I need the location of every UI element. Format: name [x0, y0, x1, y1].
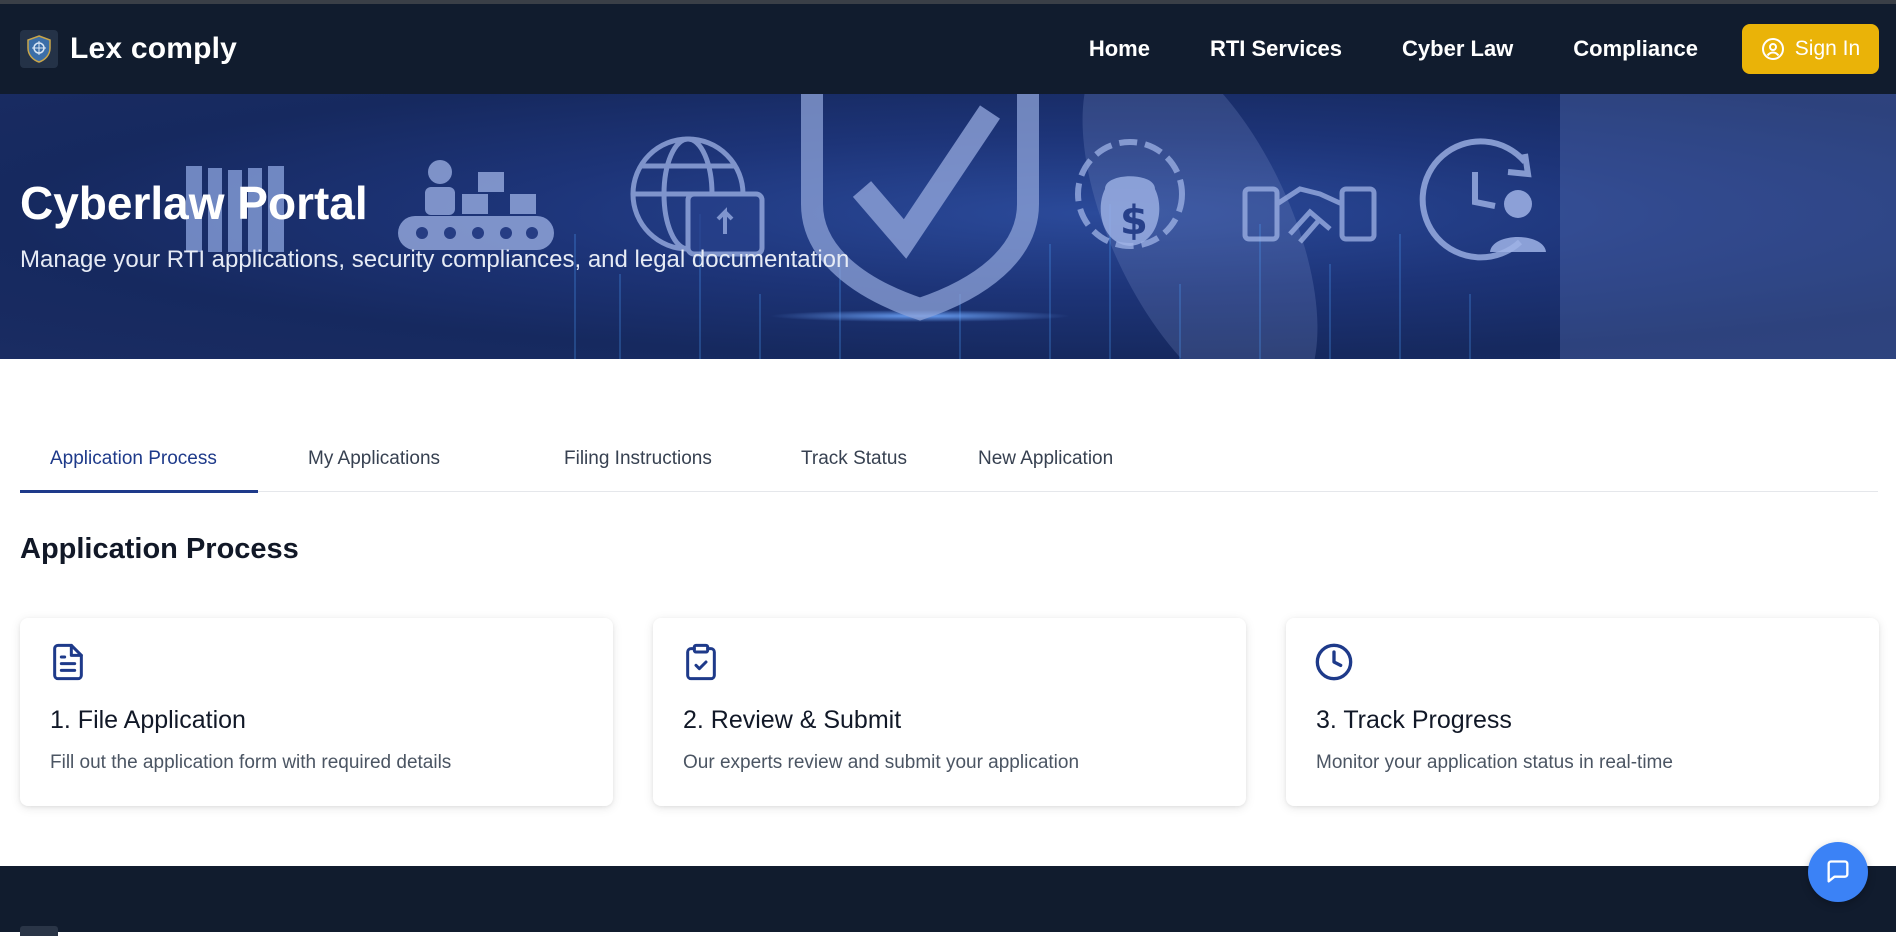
- hero-subtitle: Manage your RTI applications, security c…: [20, 246, 850, 273]
- brand-name: Lex comply: [70, 32, 238, 65]
- tab-track-status[interactable]: Track Status: [771, 426, 958, 492]
- brand[interactable]: Lex comply: [20, 4, 237, 94]
- hero-title: Cyberlaw Portal: [20, 177, 368, 229]
- document-icon: [53, 643, 83, 681]
- step-card-review-submit: 2. Review & Submit Our experts review an…: [653, 618, 1246, 806]
- step-card-file-application: 1. File Application Fill out the applica…: [20, 618, 613, 806]
- clock-icon: [1315, 643, 1353, 681]
- sign-in-button[interactable]: Sign In: [1742, 24, 1879, 74]
- svg-text:$: $: [1120, 198, 1148, 244]
- card-description: Monitor your application status in real-…: [1316, 752, 1673, 773]
- tab-bar: Application Process My Applications Fili…: [20, 426, 1878, 493]
- card-description: Fill out the application form with requi…: [50, 752, 452, 773]
- tab-application-process[interactable]: Application Process: [20, 426, 258, 493]
- nav-cyber-law[interactable]: Cyber Law: [1402, 36, 1513, 62]
- card-title: 1. File Application: [50, 706, 246, 734]
- hero-banner: $ Cyberlaw Portal Manage your RTI applic…: [0, 94, 1896, 359]
- shield-logo-icon: [20, 30, 58, 68]
- card-title: 3. Track Progress: [1316, 706, 1512, 734]
- nav-compliance[interactable]: Compliance: [1573, 36, 1698, 62]
- chat-button[interactable]: [1808, 842, 1868, 902]
- step-card-track-progress: 3. Track Progress Monitor your applicati…: [1286, 618, 1879, 806]
- footer: [0, 866, 1896, 936]
- main-nav: Home RTI Services Cyber Law Compliance S…: [1089, 4, 1879, 94]
- sign-in-label: Sign In: [1794, 37, 1861, 60]
- card-title: 2. Review & Submit: [683, 706, 902, 734]
- footer-logo-icon: [20, 926, 58, 936]
- section-title: Application Process: [20, 533, 299, 565]
- nav-rti-services[interactable]: RTI Services: [1210, 36, 1342, 62]
- card-description: Our experts review and submit your appli…: [683, 752, 1080, 773]
- user-circle-icon: [1761, 38, 1784, 60]
- nav-home[interactable]: Home: [1089, 36, 1150, 62]
- tab-my-applications[interactable]: My Applications: [258, 426, 534, 492]
- tab-new-application[interactable]: New Application: [958, 426, 1158, 492]
- navbar: Lex comply Home RTI Services Cyber Law C…: [0, 4, 1896, 94]
- clipboard-check-icon: [686, 643, 716, 681]
- tab-filing-instructions[interactable]: Filing Instructions: [534, 426, 771, 492]
- chat-bubble-icon: [1827, 860, 1849, 883]
